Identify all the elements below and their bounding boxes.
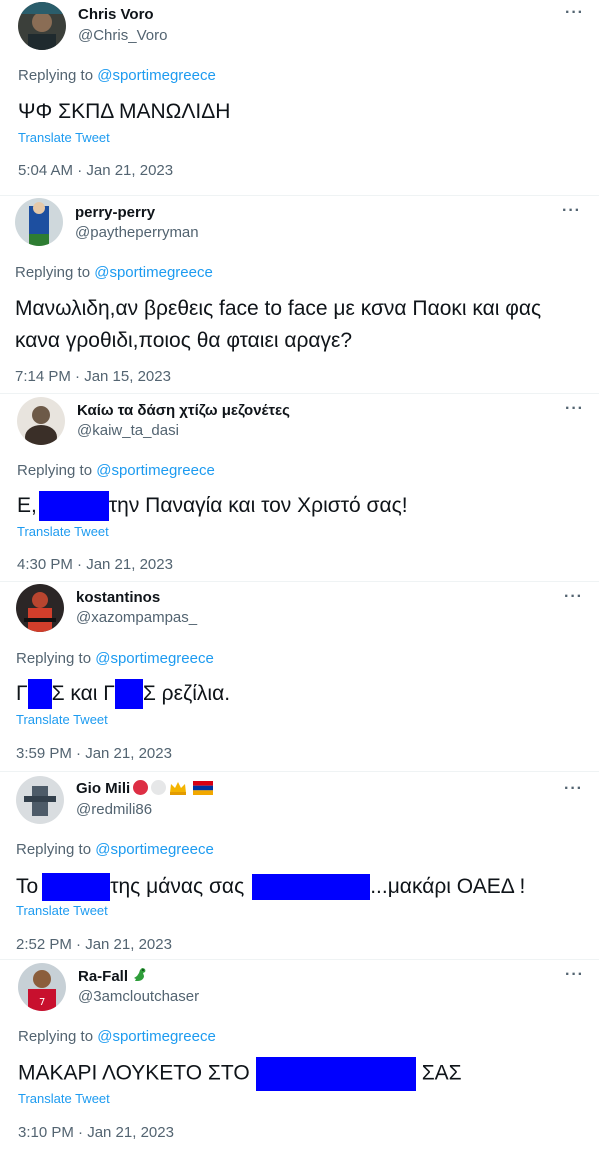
text-segment: ΜΑΚΑΡΙ ΛΟΥΚΕΤΟ ΣΤΟ: [18, 1061, 250, 1085]
timestamp[interactable]: 3:59 PM · Jan 21, 2023: [16, 745, 172, 762]
replying-to: Replying to @sportimegreece: [18, 67, 216, 84]
text-segment: Σ και Γ: [51, 682, 115, 705]
author-name[interactable]: perry-perry: [75, 204, 155, 221]
replying-to-label: Replying to: [16, 650, 92, 667]
more-icon[interactable]: ···: [565, 4, 584, 22]
tweet-5[interactable]: Gio Mili @redmili86 ··· Replying to @spo…: [0, 772, 599, 960]
translate-link[interactable]: Translate Tweet: [18, 130, 110, 145]
redaction-box: [114, 679, 143, 710]
replying-to-label: Replying to: [18, 1028, 94, 1045]
redaction-box: [38, 491, 109, 522]
avatar[interactable]: [15, 198, 63, 246]
tweet-text: Μανωλιδη,αν βρεθεις face to face με κσνα…: [15, 297, 542, 352]
author-handle[interactable]: @redmili86: [76, 801, 152, 818]
replying-to-label: Replying to: [15, 264, 91, 281]
tweet-6[interactable]: 7 Ra-Fall @3amcloutchaser ··· Replying t…: [0, 960, 599, 1150]
flag-icon: [193, 780, 213, 795]
avatar[interactable]: [16, 776, 64, 824]
red-circle-icon: [133, 780, 148, 795]
timestamp[interactable]: 5:04 AM · Jan 21, 2023: [18, 162, 173, 179]
tweet-text: Γ Σ και Γ Σ ρεζίλια.: [16, 678, 231, 710]
timestamp[interactable]: 4:30 PM · Jan 21, 2023: [17, 556, 173, 573]
author-name[interactable]: Ra-Fall: [78, 967, 148, 985]
translate-link[interactable]: Translate Tweet: [18, 1091, 110, 1106]
avatar[interactable]: [18, 2, 66, 50]
avatar[interactable]: [16, 584, 64, 632]
author-name[interactable]: Καίω τα δάση χτίζω μεζονέτες: [77, 402, 290, 419]
replying-to-label: Replying to: [16, 841, 92, 858]
mention-link[interactable]: @sportimegreece: [97, 1028, 216, 1045]
replying-to-label: Replying to: [17, 462, 93, 479]
redaction-box: [27, 679, 52, 710]
text-segment: Ε,: [17, 494, 37, 517]
more-icon[interactable]: ···: [564, 588, 583, 606]
more-icon[interactable]: ···: [564, 780, 583, 798]
tweet-2[interactable]: perry-perry @paytheperryman ··· Replying…: [0, 196, 599, 394]
mention-link[interactable]: @sportimegreece: [96, 462, 215, 479]
text-segment: Σ ρεζίλια.: [142, 682, 231, 705]
avatar[interactable]: 7: [18, 963, 66, 1011]
text-segment: ΣΑΣ: [421, 1061, 462, 1085]
replying-to: Replying to @sportimegreece: [17, 462, 215, 479]
redaction-box: [255, 1057, 416, 1091]
tweet-text: ΜΑΚΑΡΙ ΛΟΥΚΕΤΟ ΣΤΟ ΣΑΣ: [18, 1057, 462, 1091]
svg-text:7: 7: [39, 997, 45, 1008]
avatar[interactable]: [17, 397, 65, 445]
timestamp[interactable]: 3:10 PM · Jan 21, 2023: [18, 1124, 174, 1141]
tweet-text: ΨΦ ΣΚΠΔ ΜΑΝΩΛΙΔΗ: [18, 100, 231, 123]
more-icon[interactable]: ···: [565, 400, 584, 418]
author-handle[interactable]: @paytheperryman: [75, 224, 199, 241]
author-handle[interactable]: @Chris_Voro: [78, 27, 167, 44]
mention-link[interactable]: @sportimegreece: [95, 841, 214, 858]
tweet-3[interactable]: Καίω τα δάση χτίζω μεζονέτες @kaiw_ta_da…: [0, 394, 599, 582]
translate-link[interactable]: Translate Tweet: [16, 903, 108, 918]
tweet-1[interactable]: Chris Voro @Chris_Voro ··· Replying to @…: [0, 0, 599, 196]
mention-link[interactable]: @sportimegreece: [95, 650, 214, 667]
author-handle[interactable]: @3amcloutchaser: [78, 988, 199, 1005]
text-segment: της μάνας σας: [110, 875, 245, 898]
translate-link[interactable]: Translate Tweet: [16, 712, 108, 727]
author-name[interactable]: Chris Voro: [78, 6, 154, 23]
replying-to: Replying to @sportimegreece: [16, 841, 214, 858]
redaction-box: [252, 874, 371, 901]
text-segment: Γ: [16, 682, 28, 705]
translate-link[interactable]: Translate Tweet: [17, 524, 109, 539]
mention-link[interactable]: @sportimegreece: [94, 264, 213, 281]
tweet-text: Το της μάνας σας ...μακάρι ΟΑΕΔ !: [16, 871, 525, 902]
tweet-text: Ε, την Παναγία και τον Χριστό σας!: [17, 490, 408, 522]
crown-icon: [169, 781, 187, 795]
text-segment: Το: [16, 875, 39, 898]
dinosaur-icon: [132, 967, 148, 983]
more-icon[interactable]: ···: [565, 966, 584, 984]
author-name[interactable]: Gio Mili: [76, 780, 130, 797]
author-name-text: Ra-Fall: [78, 968, 129, 985]
name-badges: [133, 780, 213, 795]
timestamp[interactable]: 2:52 PM · Jan 21, 2023: [16, 936, 172, 953]
redaction-box: [42, 873, 111, 902]
replying-to: Replying to @sportimegreece: [18, 1028, 216, 1045]
tweet-4[interactable]: kostantinos @xazompampas_ ··· Replying t…: [0, 582, 599, 772]
text-segment: την Παναγία και τον Χριστό σας!: [108, 494, 408, 517]
author-handle[interactable]: @xazompampas_: [76, 609, 197, 626]
author-handle[interactable]: @kaiw_ta_dasi: [77, 422, 179, 439]
text-segment: ...μακάρι ΟΑΕΔ !: [370, 875, 526, 898]
replying-to-label: Replying to: [18, 67, 94, 84]
replying-to: Replying to @sportimegreece: [15, 264, 213, 281]
replying-to: Replying to @sportimegreece: [16, 650, 214, 667]
author-name[interactable]: kostantinos: [76, 589, 160, 606]
more-icon[interactable]: ···: [562, 202, 581, 220]
timestamp[interactable]: 7:14 PM · Jan 15, 2023: [15, 368, 171, 385]
white-circle-icon: [151, 780, 166, 795]
mention-link[interactable]: @sportimegreece: [97, 67, 216, 84]
